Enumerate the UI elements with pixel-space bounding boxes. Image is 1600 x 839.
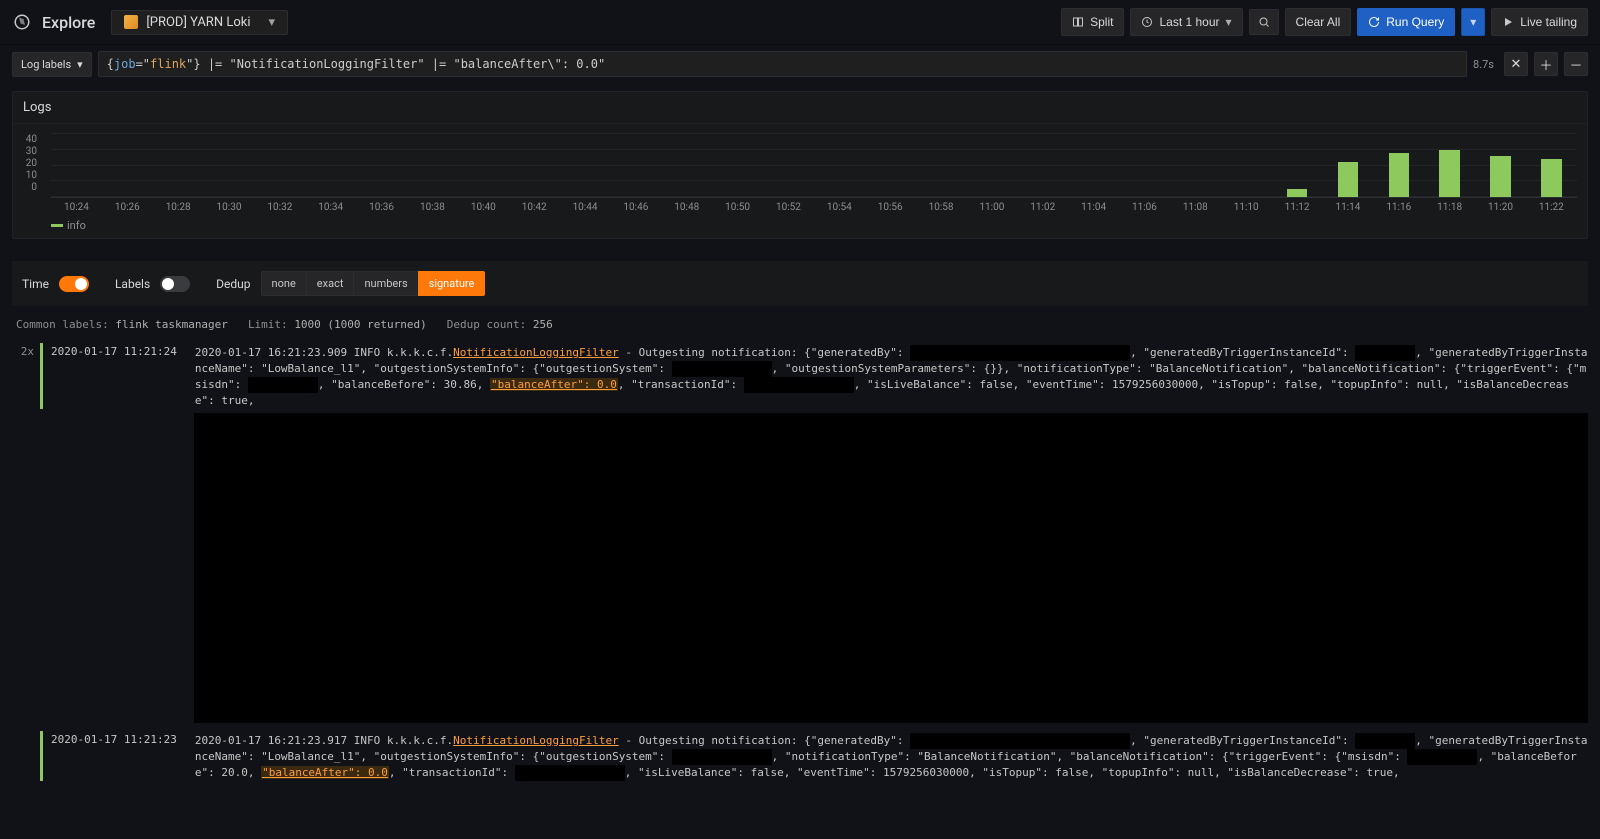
topbar: Explore [PROD] YARN Loki ▾ Split Last 1 … [0,0,1600,45]
query-row: Log labels ▾ {job="flink"} |= "Notificat… [12,51,1588,77]
split-button[interactable]: Split [1061,8,1124,36]
time-range-label: Last 1 hour [1159,15,1219,29]
query-input[interactable]: {job="flink"} |= "NotificationLoggingFil… [98,51,1467,77]
run-query-split-button[interactable]: ▾ [1461,8,1485,36]
log-timestamp: 2020-01-17 11:21:24 [51,343,195,358]
chart-yaxis: 403020100 [19,134,37,194]
limit-value: 1000 (1000 returned) [294,318,426,331]
live-tailing-label: Live tailing [1520,15,1577,29]
run-query-label: Run Query [1386,15,1444,29]
split-label: Split [1090,15,1113,29]
log-controls: Time Labels Dedup noneexactnumberssignat… [12,261,1588,306]
disable-query-button[interactable]: － [1564,52,1588,76]
query-key: job [114,57,136,71]
query-val: flink [150,57,186,71]
dup-count: 2x [12,343,40,358]
logs-histogram-panel: Logs 403020100 10:2410:2610:2810:3010:32… [12,91,1588,239]
chevron-down-icon: ▾ [268,15,275,30]
minus-icon: － [1569,55,1582,74]
run-query-button[interactable]: Run Query [1357,8,1455,36]
close-icon: ✕ [1511,57,1522,72]
labels-toggle-group: Labels [115,276,190,292]
legend-label: info [67,219,86,232]
dedup-group: Dedup noneexactnumberssignature [216,271,485,296]
log-labels-button[interactable]: Log labels ▾ [12,52,92,77]
dup-count [12,731,40,733]
labels-toggle-label: Labels [115,277,150,291]
dedup-count-label: Dedup count: [447,318,526,331]
dedup-options: noneexactnumberssignature [261,271,486,296]
query-elapsed: 8.7s [1473,58,1494,71]
refresh-icon [1368,16,1380,28]
common-labels-value: flink taskmanager [115,318,228,331]
logs-panel-title: Logs [13,92,1587,124]
chart-bars [51,134,1577,197]
dedup-option-signature[interactable]: signature [418,271,486,296]
log-timestamp: 2020-01-17 11:21:23 [51,731,195,746]
chevron-down-icon: ▾ [1470,15,1476,29]
dedup-option-numbers[interactable]: numbers [353,271,418,296]
time-toggle-group: Time [22,276,89,292]
add-query-button[interactable]: ＋ [1534,52,1558,76]
clear-all-label: Clear All [1296,15,1341,29]
clear-all-button[interactable]: Clear All [1285,8,1352,36]
brace-open: { [107,57,114,71]
dedup-option-exact[interactable]: exact [306,271,355,296]
time-toggle-label: Time [22,277,49,291]
query-pipes: |= "NotificationLoggingFilter" |= "balan… [201,57,606,71]
time-toggle[interactable] [59,276,89,292]
remove-query-button[interactable]: ✕ [1504,52,1528,76]
topbar-right: Split Last 1 hour ▾ Clear All Run Query … [1061,8,1588,36]
loki-icon [124,15,138,29]
topbar-left: Explore [PROD] YARN Loki ▾ [12,10,288,35]
dedup-label: Dedup [216,277,250,291]
play-icon [1502,16,1514,28]
live-tailing-button[interactable]: Live tailing [1491,8,1588,36]
log-level-bar [40,731,43,781]
page-title: Explore [42,13,95,32]
zoom-out-button[interactable] [1249,9,1279,35]
labels-toggle[interactable] [160,276,190,292]
log-labels-label: Log labels [21,58,71,71]
query-area: Log labels ▾ {job="flink"} |= "Notificat… [0,45,1600,77]
dedup-count-value: 256 [533,318,553,331]
logs-panel-body: 403020100 10:2410:2610:2810:3010:3210:34… [13,124,1587,238]
datasource-picker[interactable]: [PROD] YARN Loki ▾ [111,10,288,35]
plus-icon: ＋ [1539,55,1552,74]
log-level-bar [40,343,43,409]
chevron-down-icon: ▾ [1226,15,1232,29]
log-message: 2020-01-17 16:21:23.909 INFO k.k.k.c.f.N… [195,343,1588,409]
chart-xaxis: 10:2410:2610:2810:3010:3210:3410:3610:38… [51,202,1577,213]
brace-close: "} [186,57,200,71]
log-rows: 2x2020-01-17 11:21:242020-01-17 16:21:23… [12,343,1588,781]
time-range-button[interactable]: Last 1 hour ▾ [1130,8,1242,36]
dedup-option-none[interactable]: none [261,271,307,296]
redacted-block [194,413,1588,723]
query-eq: =" [136,57,150,71]
chevron-down-icon: ▾ [77,58,83,71]
common-labels-label: Common labels: [16,318,109,331]
chart-legend: info [51,219,1577,232]
limit-label: Limit: [248,318,288,331]
legend-swatch [51,224,63,227]
datasource-name: [PROD] YARN Loki [146,15,250,30]
clock-icon [1141,16,1153,28]
log-message: 2020-01-17 16:21:23.917 INFO k.k.k.c.f.N… [195,731,1588,781]
explore-icon [12,12,32,32]
log-row[interactable]: 2020-01-17 11:21:232020-01-17 16:21:23.9… [12,731,1588,781]
search-icon [1258,16,1270,28]
chart-area[interactable] [51,134,1577,198]
logs-meta: Common labels: flink taskmanager Limit: … [12,312,1588,337]
columns-icon [1072,16,1084,28]
log-row[interactable]: 2x 2020-01-17 11:21:242020-01-17 16:21:23… [12,343,1588,409]
